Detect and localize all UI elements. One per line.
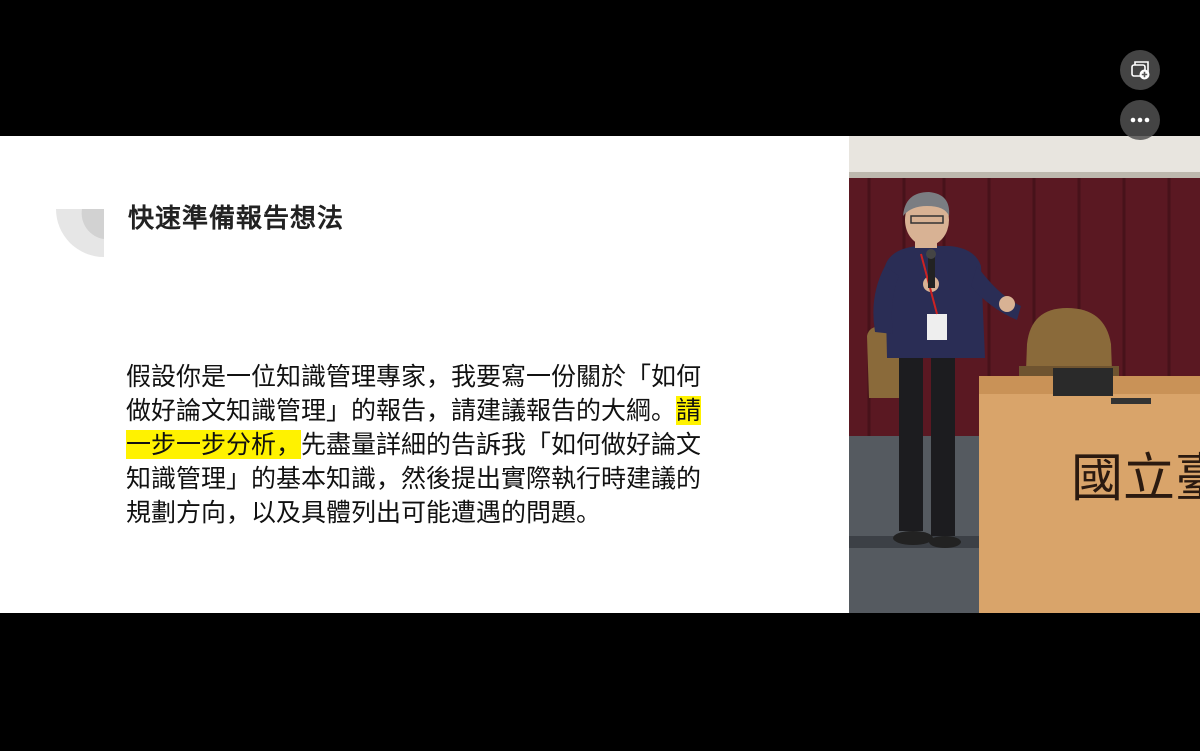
presentation-slide: 快速準備報告想法 假設你是一位知識管理專家，我要寫一份關於「如何 做好論文知識管… (0, 136, 849, 613)
podium-text: 國立臺 (1071, 449, 1200, 509)
slide-title: 快速準備報告想法 (128, 204, 345, 234)
slide-body-line: 做好論文知識管理」的報告，請建議報告的大綱。請 (126, 394, 766, 428)
slide-body-line: 規劃方向，以及具體列出可能遭遇的問題。 (126, 496, 766, 530)
body-text: 假設你是一位知識管理專家，我要寫一份關於「如何 (126, 362, 702, 391)
add-to-queue-button[interactable] (1120, 50, 1160, 90)
speaker-camera-feed: 國立臺 (849, 136, 1200, 613)
speaker-scene: 國立臺 (849, 136, 1200, 613)
add-to-queue-icon (1131, 61, 1150, 80)
more-horizontal-icon (1130, 117, 1150, 123)
body-text: 做好論文知識管理」的報告，請建議報告的大綱。 (126, 396, 677, 425)
more-options-button[interactable] (1120, 100, 1160, 140)
video-player[interactable]: 快速準備報告想法 假設你是一位知識管理專家，我要寫一份關於「如何 做好論文知識管… (0, 0, 1200, 751)
slide-decoration-icon (56, 209, 104, 257)
slide-body-line: 假設你是一位知識管理專家，我要寫一份關於「如何 (126, 360, 766, 394)
slide-body-line: 一步一步分析，先盡量詳細的告訴我「如何做好論文 (126, 428, 766, 462)
body-text: 知識管理」的基本知識，然後提出實際執行時建議的 (126, 464, 702, 493)
body-text: 先盡量詳細的告訴我「如何做好論文 (301, 430, 702, 459)
highlighted-text: 請 (676, 396, 702, 425)
slide-body-line: 知識管理」的基本知識，然後提出實際執行時建議的 (126, 462, 766, 496)
slide-body: 假設你是一位知識管理專家，我要寫一份關於「如何 做好論文知識管理」的報告，請建議… (126, 360, 766, 530)
video-frame[interactable]: 快速準備報告想法 假設你是一位知識管理專家，我要寫一份關於「如何 做好論文知識管… (0, 136, 1200, 613)
highlighted-text: 一步一步分析， (126, 430, 302, 459)
body-text: 規劃方向，以及具體列出可能遭遇的問題。 (126, 498, 602, 527)
